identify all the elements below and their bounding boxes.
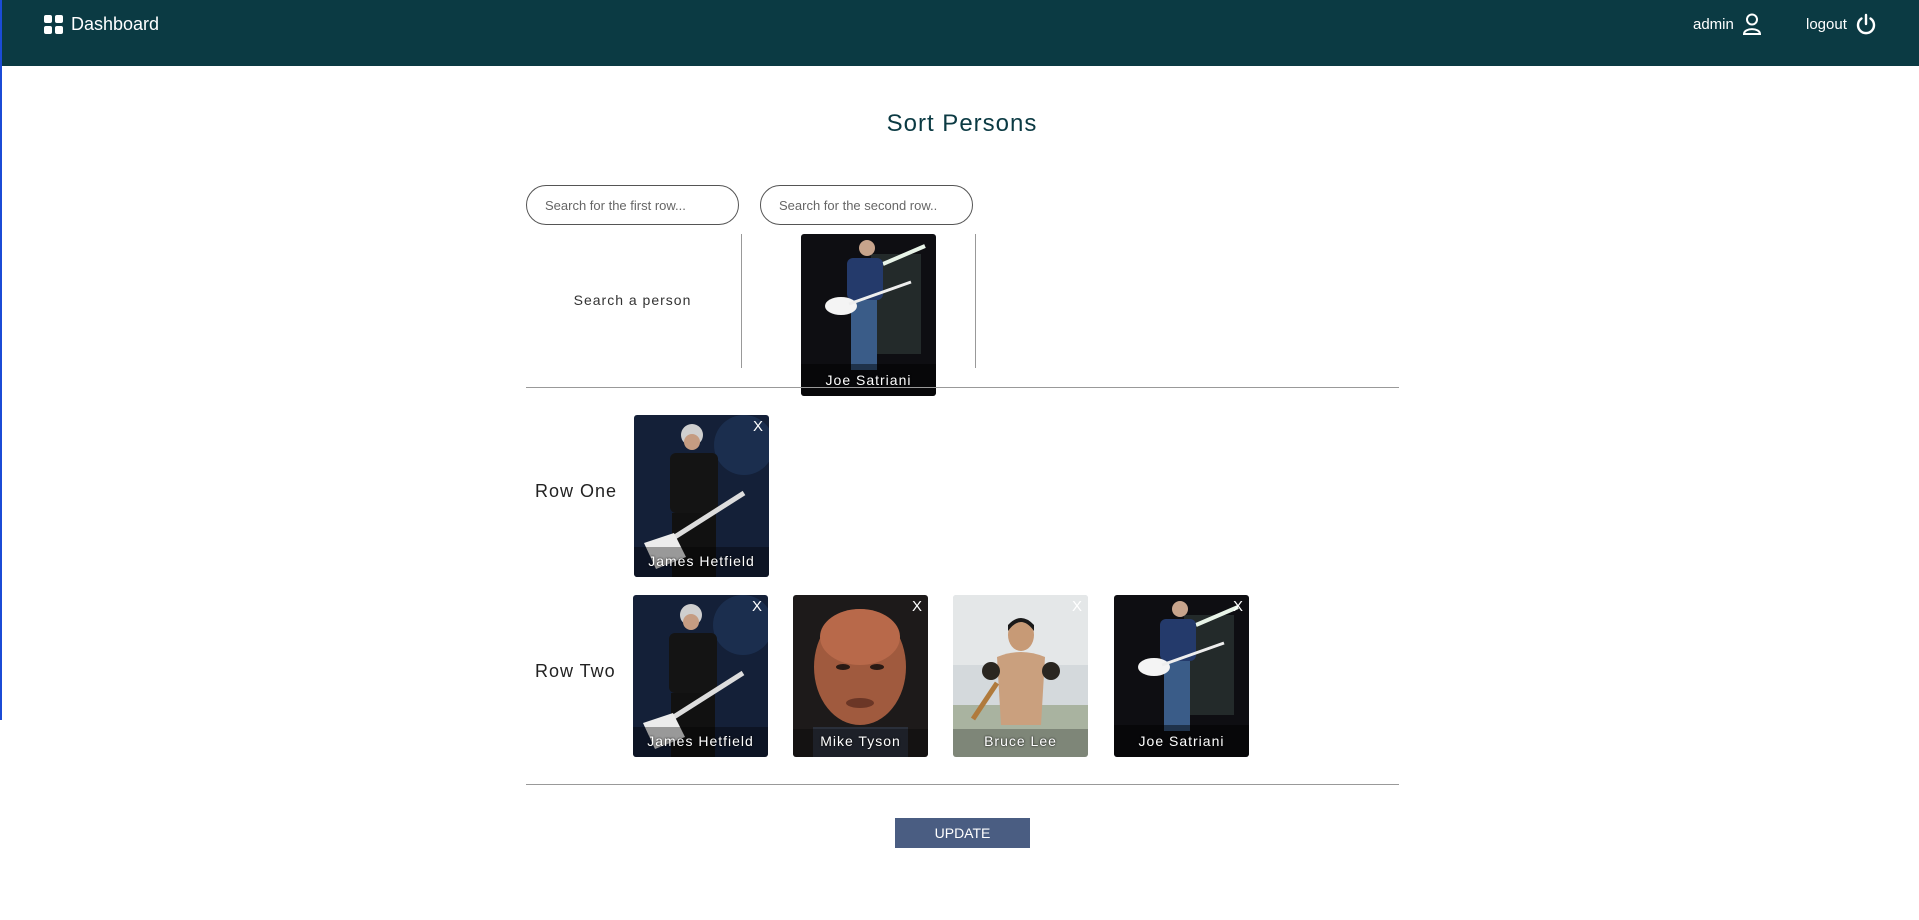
row-two-label: Row Two [535, 661, 616, 681]
section-divider [526, 387, 1399, 388]
user-icon [1742, 13, 1761, 35]
row-one-person-card[interactable]: X James Hetfield [634, 415, 769, 577]
vertical-divider [975, 234, 976, 368]
person-name: Joe Satriani [825, 372, 912, 388]
remove-person-button[interactable]: X [1233, 598, 1243, 615]
dashboard-link[interactable]: Dashboard [44, 14, 159, 35]
row-two-person-card[interactable]: X Mike Tyson [793, 595, 928, 757]
vertical-divider [741, 234, 742, 368]
grid-icon [44, 15, 63, 34]
update-button[interactable]: UPDATE [895, 818, 1030, 848]
admin-label: admin [1693, 15, 1734, 33]
second-row-search-input[interactable] [760, 185, 973, 225]
brand-label: Dashboard [71, 14, 160, 34]
person-name: James Hetfield [648, 553, 755, 569]
page-title: Sort Persons [886, 110, 1038, 137]
section-divider [526, 784, 1399, 785]
remove-person-button[interactable]: X [753, 418, 763, 435]
admin-menu[interactable]: admin [1693, 13, 1762, 35]
person-name: Mike Tyson [820, 733, 901, 749]
person-name: Bruce Lee [984, 733, 1057, 749]
row-one-label: Row One [535, 481, 618, 501]
person-name: James Hetfield [647, 733, 754, 749]
remove-person-button[interactable]: X [752, 598, 762, 615]
top-navbar: Dashboard admin logout [0, 0, 1919, 66]
row-two-person-card[interactable]: X James Hetfield [633, 595, 768, 757]
search-hint: Search a person [573, 292, 692, 308]
logout-label: logout [1806, 15, 1847, 33]
remove-person-button[interactable]: X [1072, 598, 1082, 615]
row-two-person-card[interactable]: X Bruce Lee [953, 595, 1088, 757]
remove-person-button[interactable]: X [912, 598, 922, 615]
power-icon [1856, 13, 1876, 35]
logout-button[interactable]: logout [1806, 13, 1877, 35]
window-edge [0, 0, 2, 720]
search-result-card[interactable]: Joe Satriani [801, 234, 936, 396]
first-row-search-input[interactable] [526, 185, 739, 225]
row-two-person-card[interactable]: X Joe Satriani [1114, 595, 1249, 757]
person-name: Joe Satriani [1138, 733, 1225, 749]
